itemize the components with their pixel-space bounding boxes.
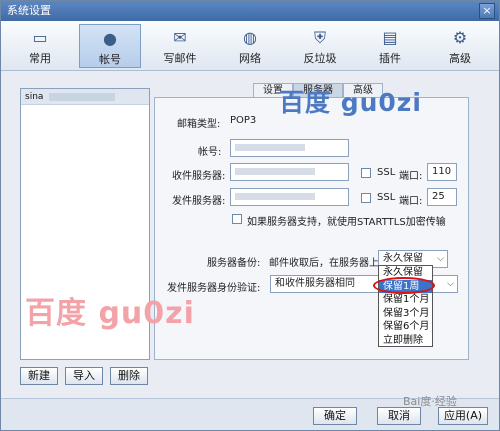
window-title: 系统设置 <box>7 4 51 17</box>
chevron-down-icon: ⌵ <box>447 279 454 289</box>
toolbar-label: 插件 <box>379 52 401 65</box>
shield-icon: ⛨ <box>313 28 326 47</box>
outgoing-ssl-label: SSL <box>377 192 396 203</box>
outgoing-ssl-checkbox[interactable] <box>361 193 371 203</box>
network-icon: ◍ <box>243 28 257 47</box>
mailbox-type-label: 邮箱类型: <box>177 119 221 130</box>
server-backup-selected: 永久保留 <box>383 253 423 264</box>
toolbar-item-network[interactable]: ◍ 网络 <box>219 24 281 68</box>
plugin-icon: ▤ <box>382 28 398 47</box>
settings-toolbar: ▭ 常用 ● 帐号 ✉ 写邮件 ◍ 网络 ⛨ 反垃圾 ▤ 插件 ⚙ 高级 <box>1 21 499 71</box>
toolbar-label: 网络 <box>239 52 261 65</box>
account-icon: ● <box>103 29 117 48</box>
masked-value <box>235 167 315 175</box>
outgoing-server-label: 发件服务器: <box>172 196 226 207</box>
toolbar-item-advanced[interactable]: ⚙ 高级 <box>429 24 491 68</box>
chevron-down-icon: ⌵ <box>437 254 444 264</box>
dropdown-option[interactable]: 保留6个月 <box>379 320 432 334</box>
account-field[interactable] <box>230 139 349 157</box>
starttls-label: 如果服务器支持，就使用STARTTLS加密传输 <box>247 217 446 228</box>
delete-account-button[interactable]: 删除 <box>110 367 148 385</box>
compose-icon: ✉ <box>173 28 187 47</box>
toolbar-label: 帐号 <box>99 53 121 66</box>
outgoing-port-label: 端口: <box>399 196 423 207</box>
close-button[interactable]: × <box>479 3 495 19</box>
toolbar-label: 常用 <box>29 52 51 65</box>
title-bar: 系统设置 × <box>1 1 499 21</box>
dropdown-option[interactable]: 保留3个月 <box>379 307 432 321</box>
outgoing-port-field[interactable]: 25 <box>427 188 457 206</box>
watermark-main: 百度 gu0zi <box>25 296 195 331</box>
incoming-ssl-checkbox[interactable] <box>361 168 371 178</box>
account-name: sina <box>25 92 44 102</box>
starttls-checkbox[interactable] <box>232 214 242 224</box>
masked-value <box>235 192 315 200</box>
masked-email <box>49 92 116 101</box>
dropdown-option[interactable]: 立即删除 <box>379 334 432 348</box>
apply-button[interactable]: 应用(A) <box>438 407 488 425</box>
toolbar-item-antispam[interactable]: ⛨ 反垃圾 <box>289 24 351 68</box>
toolbar-item-account[interactable]: ● 帐号 <box>79 24 141 68</box>
masked-value <box>235 143 305 151</box>
general-icon: ▭ <box>32 28 48 47</box>
watermark-top: 百度 gu0zi <box>279 88 422 117</box>
highlight-circle <box>373 277 435 294</box>
toolbar-item-general[interactable]: ▭ 常用 <box>9 24 71 68</box>
incoming-server-label: 收件服务器: <box>172 171 226 182</box>
toolbar-item-plugins[interactable]: ▤ 插件 <box>359 24 421 68</box>
new-account-button[interactable]: 新建 <box>20 367 58 385</box>
server-backup-label: 服务器备份: <box>207 258 261 269</box>
account-list-item[interactable]: sina <box>21 89 149 105</box>
mailbox-type-value: POP3 <box>230 115 257 126</box>
account-label: 帐号: <box>198 147 222 158</box>
server-backup-description: 邮件收取后，在服务器上 <box>269 258 379 269</box>
import-button[interactable]: 导入 <box>65 367 103 385</box>
cancel-button[interactable]: 取消 <box>377 407 421 425</box>
ok-button[interactable]: 确定 <box>313 407 357 425</box>
dropdown-option[interactable]: 保留1个月 <box>379 293 432 307</box>
incoming-port-field[interactable]: 110 <box>427 163 457 181</box>
toolbar-item-compose[interactable]: ✉ 写邮件 <box>149 24 211 68</box>
toolbar-label: 写邮件 <box>163 52 197 65</box>
incoming-port-label: 端口: <box>399 171 423 182</box>
incoming-server-field[interactable] <box>230 163 349 181</box>
toolbar-label: 高级 <box>449 52 471 65</box>
toolbar-label: 反垃圾 <box>303 52 337 65</box>
incoming-ssl-label: SSL <box>377 167 396 178</box>
gear-icon: ⚙ <box>452 28 468 47</box>
outgoing-server-field[interactable] <box>230 188 349 206</box>
outgoing-auth-selected: 和收件服务器相同 <box>275 278 355 289</box>
watermark-corner: Bai度·经验 <box>403 395 457 408</box>
settings-window: 系统设置 × ▭ 常用 ● 帐号 ✉ 写邮件 ◍ 网络 ⛨ 反垃圾 ▤ 插件 ⚙ <box>0 0 500 431</box>
